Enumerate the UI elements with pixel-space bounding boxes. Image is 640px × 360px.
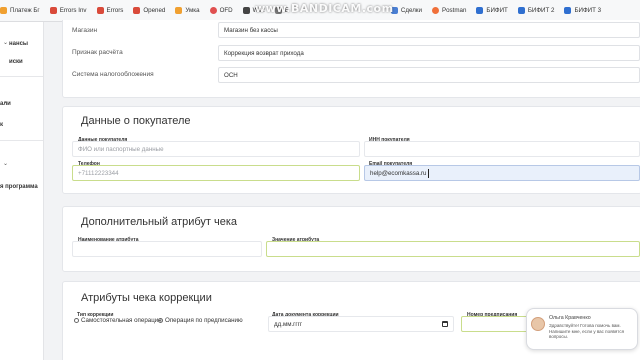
inn-input[interactable]	[364, 141, 640, 157]
store-select[interactable]: Магазин без кассы	[218, 22, 640, 38]
bookmark-icon	[242, 7, 250, 14]
phone-input[interactable]: +71112223344	[72, 165, 360, 181]
order-number-input[interactable]	[461, 316, 531, 332]
radio-button[interactable]	[74, 318, 79, 323]
support-chat-widget[interactable]: Ольга Кравченко Здравствуйте! Готова пом…	[526, 308, 638, 350]
divider	[0, 140, 43, 141]
sidebar-item[interactable]: к	[0, 122, 3, 128]
bookmark-icon	[209, 7, 217, 14]
sidebar-item[interactable]: нансы	[9, 41, 28, 47]
bookmark-icon	[175, 7, 183, 14]
bookmark[interactable]: БИФИТ 3	[564, 7, 601, 14]
bookmark-icon	[517, 7, 525, 14]
buyer-name-input[interactable]: ФИО или паспортные данные	[72, 141, 360, 157]
calc-sign-label: Признак расчёта	[72, 49, 123, 56]
chevron-down-icon[interactable]: ⌄	[3, 160, 8, 167]
agent-name: Ольга Кравченко	[549, 315, 591, 321]
divider	[0, 76, 43, 77]
bookmark[interactable]: Errors	[96, 7, 123, 14]
bookmark[interactable]: Сделки	[390, 7, 422, 14]
radio-order-operation[interactable]: Операция по предписанию	[158, 317, 243, 324]
bookmark-icon	[0, 7, 7, 14]
bookmark[interactable]: Postman	[431, 7, 466, 14]
sidebar-item[interactable]: я программа	[0, 184, 38, 190]
bookmark[interactable]: БИФИТ 2	[517, 7, 554, 14]
bookmark-icon	[49, 7, 57, 14]
tax-system-label: Система налогообложения	[72, 71, 154, 78]
bookmark[interactable]: Errors Inv	[49, 7, 87, 14]
email-input[interactable]: help@ecomkassa.ru	[364, 165, 640, 181]
bookmark-icon	[96, 7, 104, 14]
bookmark-icon	[564, 7, 572, 14]
sidebar-item[interactable]: али	[0, 101, 11, 107]
attribute-value-input[interactable]	[266, 241, 640, 257]
sidebar: ⌄ нансы иски ⌄ али к ⌄ я программа	[0, 22, 44, 360]
bookmark-icon	[133, 7, 141, 14]
store-label: Магазин	[72, 27, 98, 34]
extra-attribute-title: Дополнительный атрибут чека	[81, 216, 238, 228]
avatar	[531, 317, 545, 331]
bookmark[interactable]: Умка	[175, 7, 200, 14]
calc-sign-select[interactable]: Коррекция возврат прихода	[218, 45, 640, 61]
bookmark[interactable]: БИФИТ	[476, 7, 508, 14]
correction-title: Атрибуты чека коррекции	[81, 292, 212, 304]
sidebar-item[interactable]: иски	[9, 59, 23, 65]
recorder-watermark: www.BANDICAM.com	[255, 2, 394, 15]
chevron-down-icon[interactable]: ⌄	[3, 39, 8, 46]
chat-message: Здравствуйте! Готова помочь вам. Напишит…	[549, 323, 625, 340]
attribute-name-input[interactable]	[72, 241, 262, 257]
correction-date-input[interactable]: дд.мм.гггг	[268, 316, 454, 332]
calendar-icon[interactable]	[442, 321, 448, 327]
radio-button[interactable]	[158, 318, 163, 323]
radio-self-operation[interactable]: Самостоятельная операция	[74, 317, 162, 324]
bookmark[interactable]: OFD	[209, 7, 233, 14]
bookmark-icon	[476, 7, 484, 14]
postman-icon	[431, 7, 439, 14]
bookmark[interactable]: Opened	[133, 7, 165, 14]
buyer-title: Данные о покупателе	[81, 115, 191, 127]
tax-system-select[interactable]: ОСН	[218, 67, 640, 83]
bookmark[interactable]: Платеж Бг	[0, 7, 40, 14]
text-cursor	[427, 168, 429, 178]
